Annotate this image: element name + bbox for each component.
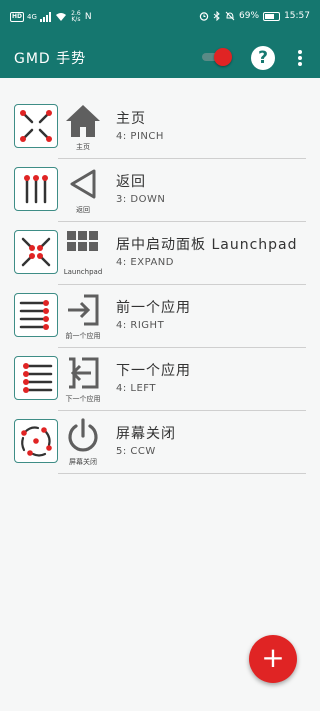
back-triangle-icon — [70, 169, 96, 199]
net-rate: 2.6 K/s — [71, 10, 81, 23]
action-tag: Launchpad — [63, 268, 103, 276]
list-item-launchpad[interactable]: Launchpad 居中启动面板 Launchpad 4: EXPAND — [0, 222, 320, 285]
grid-icon — [67, 231, 98, 251]
action-tag: 返回 — [76, 206, 90, 214]
network-type: 4G — [27, 13, 37, 21]
action-tag: 前一个应用 — [65, 332, 101, 340]
rotate-ccw-gesture-icon — [14, 419, 58, 463]
divider — [58, 473, 306, 474]
home-icon — [66, 105, 100, 137]
swipe-right-gesture-icon — [14, 293, 58, 337]
help-button[interactable]: ? — [251, 46, 275, 70]
overflow-menu-icon[interactable] — [294, 48, 306, 68]
list-item-screen-off[interactable]: 屏幕关闭 屏幕关闭 5: CCW — [0, 411, 320, 474]
status-bar: HD 4G 2.6 K/s N 69% 15:57 — [0, 0, 320, 36]
wifi-icon — [55, 13, 66, 21]
swipe-down-gesture-icon — [14, 167, 58, 211]
row-gesture: 4: PINCH — [116, 131, 164, 142]
status-left: HD 4G 2.6 K/s N — [10, 11, 92, 23]
signal-icon — [39, 12, 51, 22]
row-gesture: 4: LEFT — [116, 383, 156, 394]
row-title: 前一个应用 — [116, 300, 191, 316]
row-title: 主页 — [116, 111, 146, 127]
battery-fill — [265, 13, 275, 19]
alarm-icon — [199, 12, 209, 21]
list-item-previous-app[interactable]: 前一个应用 前一个应用 4: RIGHT — [0, 285, 320, 348]
nfc-indicator: N — [84, 12, 92, 22]
action-tag: 下一个应用 — [65, 395, 101, 403]
action-tag: 主页 — [76, 143, 90, 151]
list-item-next-app[interactable]: 下一个应用 下一个应用 4: LEFT — [0, 348, 320, 411]
arrow-into-box-icon — [68, 294, 99, 326]
battery-percent: 69% — [239, 11, 260, 21]
row-gesture: 3: DOWN — [116, 194, 166, 205]
swipe-left-gesture-icon — [14, 356, 58, 400]
list-item-back[interactable]: 返回 返回 3: DOWN — [0, 159, 320, 222]
add-gesture-button[interactable]: + — [249, 635, 297, 683]
gesture-list: 主页 主页 4: PINCH 返回 返回 3: DOWN Launchpad 居… — [0, 96, 320, 474]
power-icon — [68, 418, 98, 452]
list-item-home[interactable]: 主页 主页 4: PINCH — [0, 96, 320, 159]
row-gesture: 5: CCW — [116, 446, 156, 457]
row-title: 返回 — [116, 174, 146, 190]
expand-gesture-icon — [14, 230, 58, 274]
clock: 15:57 — [284, 11, 310, 21]
enable-toggle[interactable] — [202, 48, 232, 66]
hd-badge: HD — [10, 12, 25, 22]
pinch-gesture-icon — [14, 104, 58, 148]
row-title: 下一个应用 — [116, 363, 191, 379]
mute-icon — [225, 11, 235, 21]
row-gesture: 4: RIGHT — [116, 320, 165, 331]
toggle-thumb — [214, 48, 232, 66]
row-title: 居中启动面板 Launchpad — [116, 237, 298, 253]
row-gesture: 4: EXPAND — [116, 257, 174, 268]
action-tag: 屏幕关闭 — [69, 458, 97, 466]
battery-icon — [263, 11, 281, 21]
status-right: 69% 15:57 — [199, 11, 310, 21]
bluetooth-icon — [213, 11, 220, 21]
app-title: GMD 手势 — [14, 51, 87, 67]
row-title: 屏幕关闭 — [116, 426, 176, 442]
arrow-out-box-icon — [69, 357, 99, 389]
